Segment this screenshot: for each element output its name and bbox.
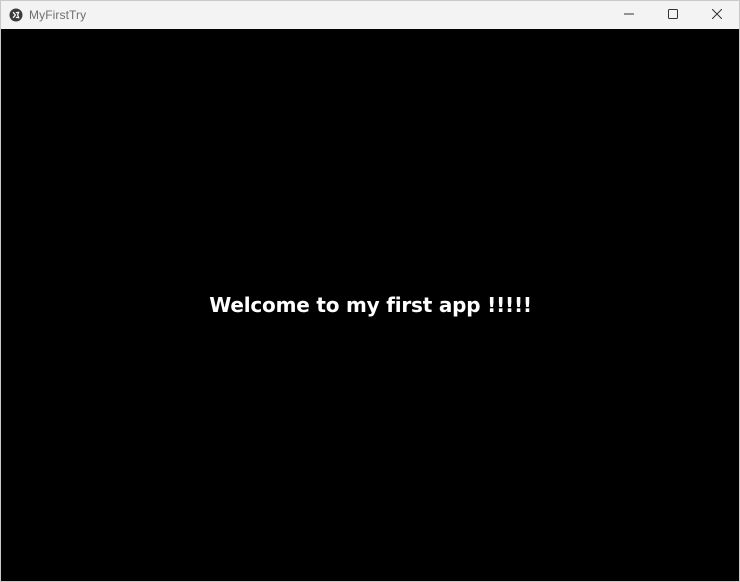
minimize-icon: [624, 6, 634, 24]
welcome-label: Welcome to my first app !!!!!: [209, 292, 532, 317]
title-bar[interactable]: MyFirstTry: [1, 1, 739, 29]
window-title: MyFirstTry: [29, 8, 87, 22]
minimize-button[interactable]: [607, 1, 651, 29]
maximize-button[interactable]: [651, 1, 695, 29]
close-icon: [711, 6, 723, 24]
maximize-icon: [668, 6, 678, 24]
close-button[interactable]: [695, 1, 739, 29]
app-window: MyFirstTry Welcome to my first app !!!!!: [0, 0, 740, 582]
kivy-logo-icon: [9, 8, 23, 22]
app-canvas: Welcome to my first app !!!!!: [1, 29, 739, 581]
window-controls: [607, 1, 739, 29]
